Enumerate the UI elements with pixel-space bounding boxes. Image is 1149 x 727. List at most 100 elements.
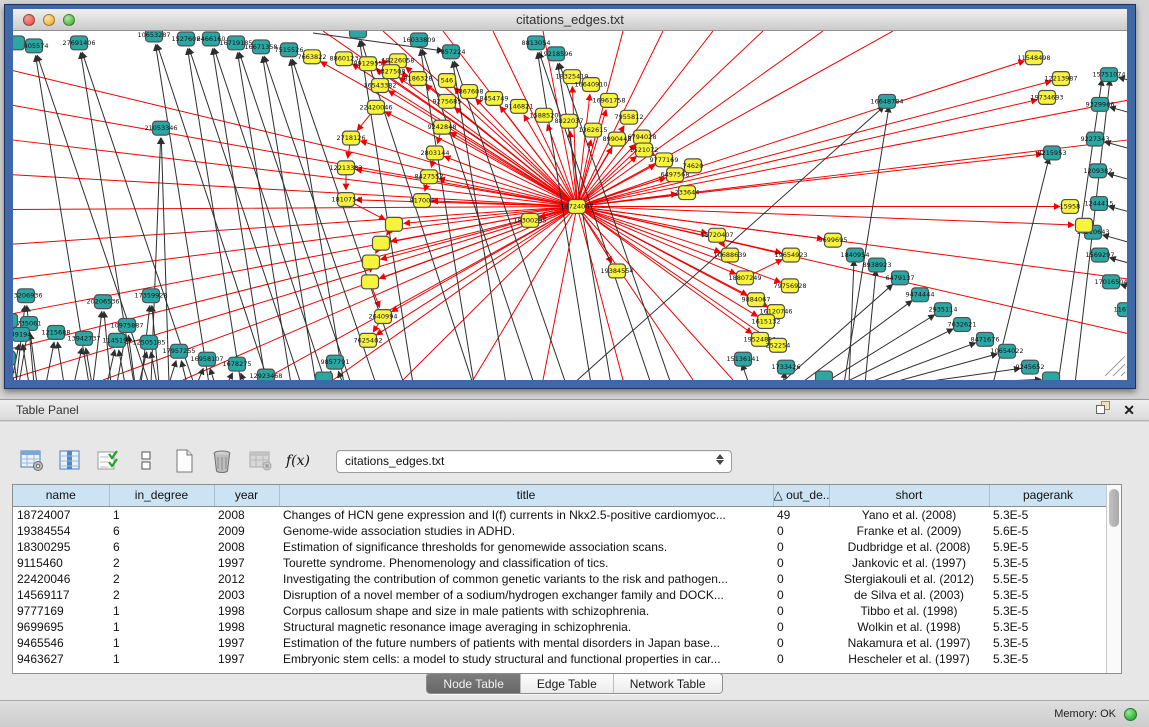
table-cell[interactable]: 5.3E-5 — [989, 651, 1106, 667]
table-cell[interactable]: 9115460 — [13, 555, 109, 571]
table-cell[interactable]: 6 — [109, 523, 214, 539]
graph-node[interactable] — [363, 255, 380, 269]
table-row[interactable]: 969969511998Structural magnetic resonanc… — [13, 619, 1106, 635]
memory-status-indicator[interactable] — [1124, 708, 1137, 721]
table-cell[interactable]: 22420046 — [13, 571, 109, 587]
table-cell[interactable]: 5.3E-5 — [989, 635, 1106, 651]
table-cell[interactable]: 0 — [773, 555, 829, 571]
table-cell[interactable]: 1 — [109, 619, 214, 635]
column-header-out-de-[interactable]: △ out_de... — [773, 485, 829, 506]
table-cell[interactable]: 0 — [773, 587, 829, 603]
table-cell[interactable]: 2012 — [214, 571, 279, 587]
table-cell[interactable]: 9463627 — [13, 651, 109, 667]
table-cell[interactable]: 2 — [109, 587, 214, 603]
table-cell[interactable]: 0 — [773, 603, 829, 619]
table-cell[interactable]: 0 — [773, 651, 829, 667]
table-cell[interactable]: 5.9E-5 — [989, 539, 1106, 555]
table-cell[interactable]: 0 — [773, 539, 829, 555]
table-cell[interactable]: Hescheler et al. (1997) — [829, 651, 989, 667]
graph-node[interactable] — [386, 217, 403, 231]
table-cell[interactable]: 2008 — [214, 539, 279, 555]
table-cell[interactable]: 1998 — [214, 603, 279, 619]
graph-node[interactable] — [1076, 218, 1093, 232]
graph-node[interactable] — [350, 31, 367, 38]
table-cell[interactable]: 9465546 — [13, 635, 109, 651]
table-cell[interactable]: 18724007 — [13, 506, 109, 523]
table-cell[interactable]: 2003 — [214, 587, 279, 603]
row-selection-checks-icon[interactable] — [94, 447, 122, 475]
table-cell[interactable]: Dudbridge et al. (2008) — [829, 539, 989, 555]
table-cell[interactable]: 9777169 — [13, 603, 109, 619]
network-canvas[interactable]: 9405574276914061065328715276026466160167… — [13, 31, 1127, 380]
table-cell[interactable]: 18300295 — [13, 539, 109, 555]
graph-node[interactable] — [362, 275, 379, 289]
column-header-year[interactable]: year — [214, 485, 279, 506]
table-cell[interactable]: 5.3E-5 — [989, 555, 1106, 571]
table-cell[interactable]: 1997 — [214, 635, 279, 651]
table-cell[interactable]: Structural magnetic resonance image aver… — [279, 619, 773, 635]
table-cell[interactable]: Genome-wide association studies in ADHD. — [279, 523, 773, 539]
table-row[interactable]: 1938455462009Genome-wide association stu… — [13, 523, 1106, 539]
table-row[interactable]: 1456911722003Disruption of a novel membe… — [13, 587, 1106, 603]
close-window-button[interactable] — [23, 14, 35, 26]
table-cell[interactable]: Nakamura et al. (1997) — [829, 635, 989, 651]
table-cell[interactable]: 0 — [773, 619, 829, 635]
table-cell[interactable]: 2 — [109, 555, 214, 571]
table-cell[interactable]: 5.6E-5 — [989, 523, 1106, 539]
table-row[interactable]: 946362711997Embryonic stem cells: a mode… — [13, 651, 1106, 667]
table-cell[interactable]: 1998 — [214, 619, 279, 635]
table-cell[interactable]: Embryonic stem cells: a model to study s… — [279, 651, 773, 667]
column-header-title[interactable]: title — [279, 485, 773, 506]
table-cell[interactable]: 14569117 — [13, 587, 109, 603]
table-cell[interactable]: 2009 — [214, 523, 279, 539]
table-cell[interactable]: Tourette syndrome. Phenomenology and cla… — [279, 555, 773, 571]
table-cell[interactable]: 5.3E-5 — [989, 506, 1106, 523]
table-cell[interactable]: Disruption of a novel member of a sodium… — [279, 587, 773, 603]
scrollbar-thumb[interactable] — [1109, 489, 1119, 527]
graph-node[interactable] — [13, 36, 25, 50]
table-cell[interactable]: 0 — [773, 571, 829, 587]
graph-node[interactable] — [373, 236, 390, 250]
graph-node[interactable] — [13, 351, 16, 365]
attribute-table-gear-icon[interactable] — [18, 447, 46, 475]
column-header-name[interactable]: name — [13, 485, 109, 506]
table-cell[interactable]: 0 — [773, 523, 829, 539]
minimize-window-button[interactable] — [43, 14, 55, 26]
table-cell[interactable]: 1 — [109, 651, 214, 667]
table-cell[interactable]: 6 — [109, 539, 214, 555]
table-row[interactable]: 911546021997Tourette syndrome. Phenomeno… — [13, 555, 1106, 571]
table-cell[interactable]: Jankovic et al. (1997) — [829, 555, 989, 571]
table-cell[interactable]: 5.3E-5 — [989, 587, 1106, 603]
table-select-dropdown[interactable]: citations_edges.txt — [336, 450, 732, 473]
table-cell[interactable]: 5.3E-5 — [989, 603, 1106, 619]
table-cell[interactable]: 9699695 — [13, 619, 109, 635]
table-row[interactable]: 1830029562008Estimation of significance … — [13, 539, 1106, 555]
table-cell[interactable]: 5.3E-5 — [989, 619, 1106, 635]
function-builder-icon[interactable]: f(x) — [284, 447, 312, 475]
table-cell[interactable]: Tibbo et al. (1998) — [829, 603, 989, 619]
table-cell[interactable]: 19384554 — [13, 523, 109, 539]
table-scrollbar[interactable] — [1106, 485, 1121, 673]
graph-node[interactable] — [1043, 372, 1060, 380]
table-cell[interactable]: 49 — [773, 506, 829, 523]
table-cell[interactable]: 1 — [109, 603, 214, 619]
graph-node[interactable] — [316, 372, 333, 380]
column-header-pagerank[interactable]: pagerank — [989, 485, 1106, 506]
table-cell[interactable]: Wolkin et al. (1998) — [829, 619, 989, 635]
delete-trash-icon[interactable] — [208, 447, 236, 475]
table-cell[interactable]: Yano et al. (2008) — [829, 506, 989, 523]
table-cell[interactable]: 1 — [109, 506, 214, 523]
table-row[interactable]: 1872400712008Changes of HCN gene express… — [13, 506, 1106, 523]
table-cell[interactable]: 1 — [109, 635, 214, 651]
table-row[interactable]: 2242004622012Investigating the contribut… — [13, 571, 1106, 587]
float-panel-icon[interactable] — [1096, 401, 1111, 419]
table-cell[interactable]: 5.5E-5 — [989, 571, 1106, 587]
table-row[interactable]: 946554611997Estimation of the future num… — [13, 635, 1106, 651]
new-document-icon[interactable] — [170, 447, 198, 475]
zoom-window-button[interactable] — [63, 14, 75, 26]
table-cell[interactable]: Stergiakouli et al. (2012) — [829, 571, 989, 587]
graph-node[interactable] — [816, 371, 833, 380]
graph-node[interactable] — [13, 314, 18, 328]
tab-edge-table[interactable]: Edge Table — [521, 674, 614, 693]
table-cell[interactable]: Estimation of the future numbers of pati… — [279, 635, 773, 651]
